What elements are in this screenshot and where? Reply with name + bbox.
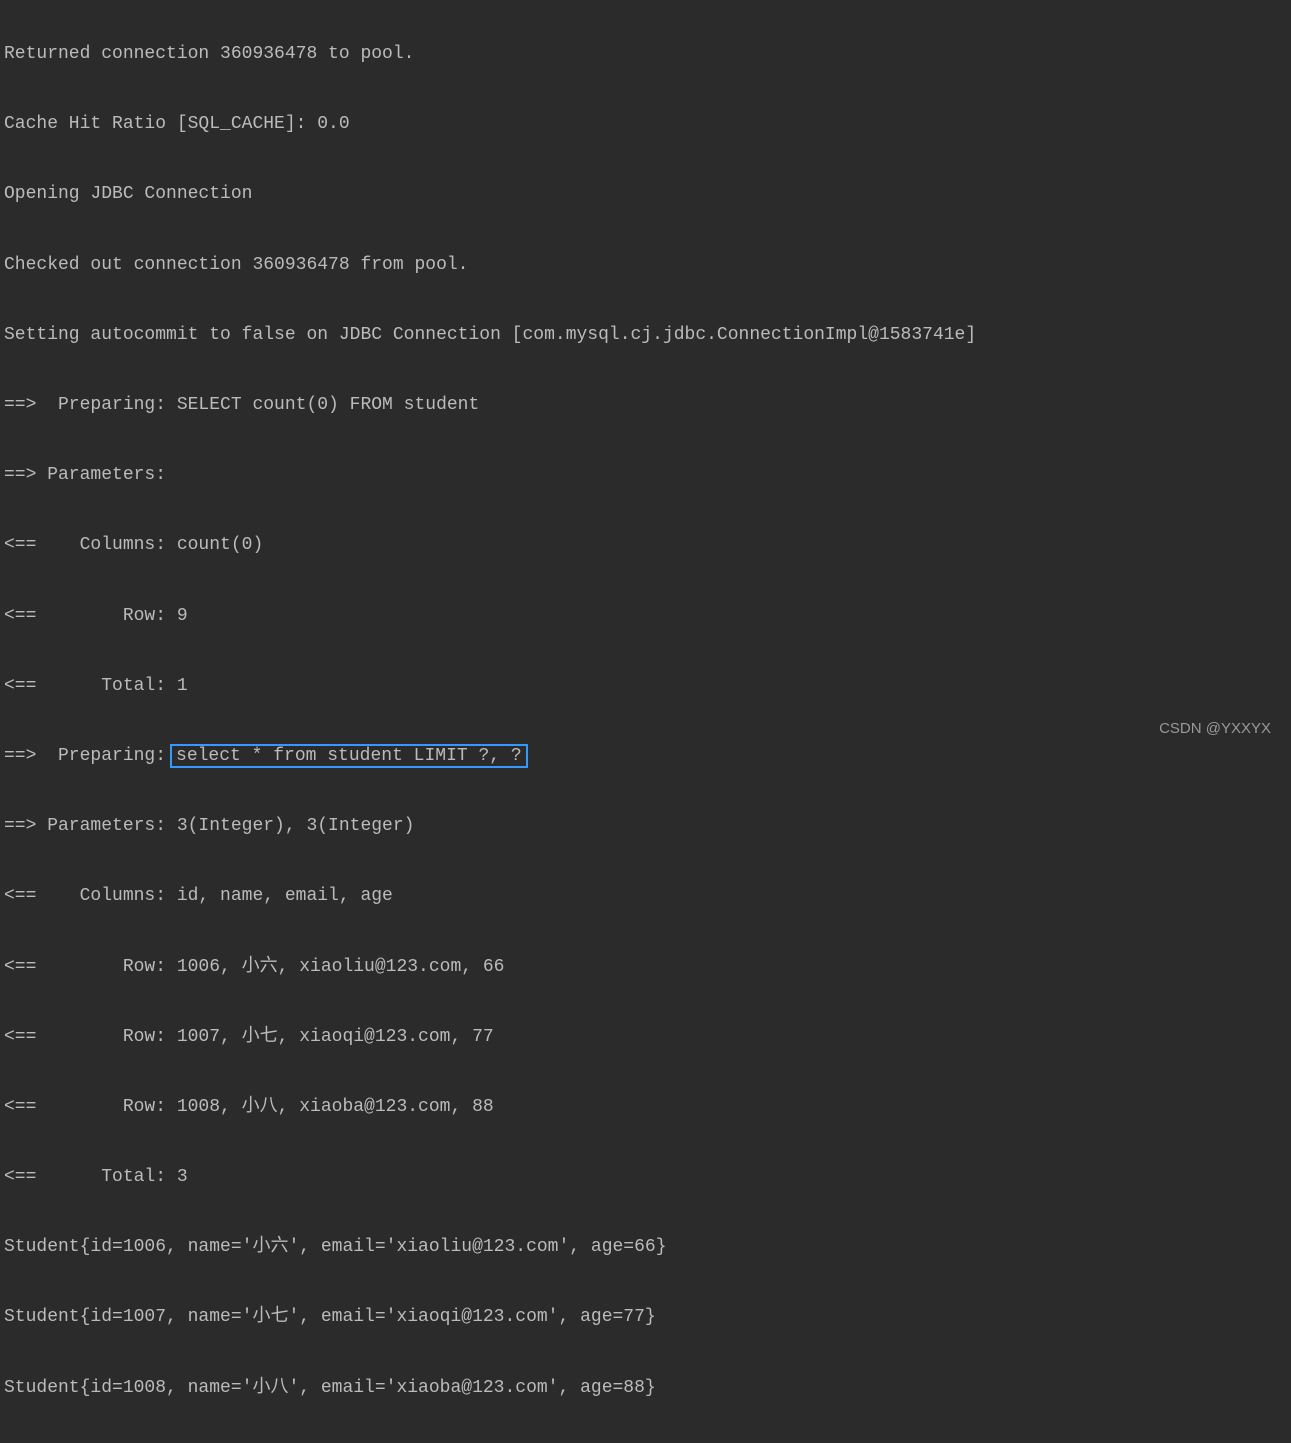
- watermark-text: CSDN @YXXYX: [1159, 714, 1271, 743]
- log-line-columns: <== Columns: id, name, email, age: [4, 879, 1287, 914]
- log-line: Setting autocommit to false on JDBC Conn…: [4, 318, 1287, 353]
- console-output: Returned connection 360936478 to pool. C…: [0, 0, 1291, 1443]
- log-line-parameters: ==> Parameters:: [4, 458, 1287, 493]
- log-line: Checked out connection 360936478 from po…: [4, 248, 1287, 283]
- log-line-result: Student{id=1006, name='小六', email='xiaol…: [4, 1230, 1287, 1265]
- log-prefix: ==> Preparing:: [4, 746, 166, 766]
- log-line-parameters: ==> Parameters: 3(Integer), 3(Integer): [4, 809, 1287, 844]
- log-line: Opening JDBC Connection: [4, 177, 1287, 212]
- log-line-result: Student{id=1007, name='小七', email='xiaoq…: [4, 1300, 1287, 1335]
- log-line-row: <== Row: 1007, 小七, xiaoqi@123.com, 77: [4, 1020, 1287, 1055]
- log-line-preparing-highlighted: ==> Preparing:select * from student LIMI…: [4, 739, 1287, 774]
- log-line-row: <== Row: 9: [4, 599, 1287, 634]
- log-line-row: <== Row: 1006, 小六, xiaoliu@123.com, 66: [4, 950, 1287, 985]
- log-line-row: <== Row: 1008, 小八, xiaoba@123.com, 88: [4, 1090, 1287, 1125]
- log-line-preparing: ==> Preparing: SELECT count(0) FROM stud…: [4, 388, 1287, 423]
- log-line-columns: <== Columns: count(0): [4, 528, 1287, 563]
- log-line: Cache Hit Ratio [SQL_CACHE]: 0.0: [4, 107, 1287, 142]
- log-line-total: <== Total: 3: [4, 1160, 1287, 1195]
- log-line: Returned connection 360936478 to pool.: [4, 37, 1287, 72]
- sql-highlight: select * from student LIMIT ?, ?: [170, 744, 528, 768]
- log-line-result: Student{id=1008, name='小八', email='xiaob…: [4, 1371, 1287, 1406]
- log-line-total: <== Total: 1: [4, 669, 1287, 704]
